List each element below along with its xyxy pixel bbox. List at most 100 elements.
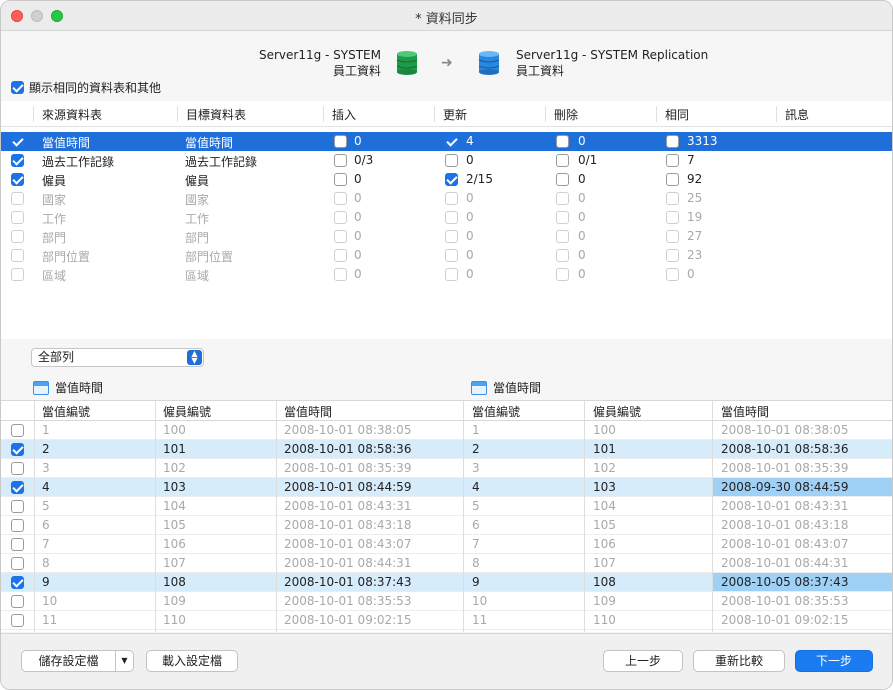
right-employee-id: 106: [593, 537, 616, 551]
row-include-checkbox[interactable]: [11, 230, 24, 243]
insert-checkbox[interactable]: [334, 173, 347, 186]
row-sync-checkbox[interactable]: [11, 538, 24, 551]
row-include-checkbox[interactable]: [11, 211, 24, 224]
insert-checkbox[interactable]: [334, 135, 347, 148]
same-checkbox[interactable]: [666, 154, 679, 167]
update-checkbox[interactable]: [445, 268, 458, 281]
delete-checkbox[interactable]: [556, 135, 569, 148]
compare-row[interactable]: 8 107 2008-10-01 08:44:31 8 107 2008-10-01 08…: [1, 554, 892, 573]
header-left-shift-time[interactable]: 當值時間: [284, 403, 332, 420]
header-update[interactable]: 更新: [434, 106, 467, 122]
show-same-tables-option[interactable]: 顯示相同的資料表和其他: [11, 79, 161, 96]
row-filter-value: 全部列: [38, 350, 75, 364]
back-button[interactable]: 上一步: [603, 650, 683, 672]
row-sync-checkbox[interactable]: [11, 576, 24, 589]
same-checkbox[interactable]: [666, 249, 679, 262]
table-mapping-row[interactable]: 區域 區域 0 0 0 0: [1, 265, 892, 284]
header-left-employee-id[interactable]: 僱員編號: [163, 403, 211, 420]
table-mapping-row[interactable]: 當值時間 當值時間 0 4 0 3313: [1, 132, 892, 151]
compare-row[interactable]: 2 101 2008-10-01 08:58:36 2 101 2008-10-01 08…: [1, 440, 892, 459]
header-message[interactable]: 訊息: [776, 106, 809, 122]
header-right-shift-id[interactable]: 當值編號: [472, 403, 520, 420]
row-include-checkbox[interactable]: [11, 192, 24, 205]
row-include-checkbox[interactable]: [11, 173, 24, 186]
row-sync-checkbox[interactable]: [11, 519, 24, 532]
header-insert[interactable]: 插入: [323, 106, 356, 122]
same-checkbox[interactable]: [666, 230, 679, 243]
update-checkbox[interactable]: [445, 173, 458, 186]
header-source-table[interactable]: 來源資料表: [33, 106, 102, 122]
delete-checkbox[interactable]: [556, 154, 569, 167]
update-checkbox[interactable]: [445, 154, 458, 167]
delete-checkbox[interactable]: [556, 249, 569, 262]
delete-count: 0: [578, 210, 586, 224]
compare-row[interactable]: 11 110 2008-10-01 09:02:15 11 110 2008-10-01 …: [1, 611, 892, 630]
header-right-shift-time[interactable]: 當值時間: [721, 403, 769, 420]
recompare-button[interactable]: 重新比較: [693, 650, 785, 672]
insert-checkbox[interactable]: [334, 268, 347, 281]
row-sync-checkbox[interactable]: [11, 481, 24, 494]
delete-checkbox[interactable]: [556, 211, 569, 224]
table-mapping-row[interactable]: 工作 工作 0 0 0 19: [1, 208, 892, 227]
insert-checkbox[interactable]: [334, 154, 347, 167]
next-button[interactable]: 下一步: [795, 650, 873, 672]
update-checkbox[interactable]: [445, 192, 458, 205]
row-include-checkbox[interactable]: [11, 135, 24, 148]
right-employee-id: 107: [593, 556, 616, 570]
row-sync-checkbox[interactable]: [11, 500, 24, 513]
save-profile-button[interactable]: 儲存設定檔 ▼: [21, 650, 134, 672]
delete-checkbox[interactable]: [556, 173, 569, 186]
delete-checkbox[interactable]: [556, 268, 569, 281]
compare-row[interactable]: 7 106 2008-10-01 08:43:07 7 106 2008-10-01 08…: [1, 535, 892, 554]
compare-row[interactable]: 1 100 2008-10-01 08:38:05 1 100 2008-10-01 08…: [1, 421, 892, 440]
compare-row[interactable]: 9 108 2008-10-01 08:37:43 9 108 2008-10-05 08…: [1, 573, 892, 592]
row-sync-checkbox[interactable]: [11, 462, 24, 475]
same-checkbox[interactable]: [666, 268, 679, 281]
delete-checkbox[interactable]: [556, 192, 569, 205]
insert-checkbox[interactable]: [334, 249, 347, 262]
row-sync-checkbox[interactable]: [11, 614, 24, 627]
row-include-checkbox[interactable]: [11, 268, 24, 281]
table-mapping-row[interactable]: 部門 部門 0 0 0 27: [1, 227, 892, 246]
left-shift-time: 2008-10-01 09:02:15: [284, 613, 412, 627]
compare-row[interactable]: 5 104 2008-10-01 08:43:31 5 104 2008-10-01 08…: [1, 497, 892, 516]
row-sync-checkbox[interactable]: [11, 424, 24, 437]
row-include-checkbox[interactable]: [11, 249, 24, 262]
compare-row[interactable]: 4 103 2008-10-01 08:44:59 4 103 2008-09-30 08…: [1, 478, 892, 497]
insert-count: 0: [354, 267, 362, 281]
header-same[interactable]: 相同: [656, 106, 689, 122]
table-mapping-row[interactable]: 國家 國家 0 0 0 25: [1, 189, 892, 208]
table-mapping-row[interactable]: 過去工作記錄 過去工作記錄 0/3 0 0/1 7: [1, 151, 892, 170]
header-target-table[interactable]: 目標資料表: [177, 106, 246, 122]
same-checkbox[interactable]: [666, 211, 679, 224]
insert-checkbox[interactable]: [334, 230, 347, 243]
same-checkbox[interactable]: [666, 192, 679, 205]
header-left-shift-id[interactable]: 當值編號: [42, 403, 90, 420]
right-shift-id: 8: [472, 556, 480, 570]
same-checkbox[interactable]: [666, 173, 679, 186]
update-checkbox[interactable]: [445, 135, 458, 148]
update-checkbox[interactable]: [445, 249, 458, 262]
table-mapping-row[interactable]: 部門位置 部門位置 0 0 0 23: [1, 246, 892, 265]
same-count: 3313: [687, 134, 718, 148]
compare-row[interactable]: 10 109 2008-10-01 08:35:53 10 109 2008-10-01 …: [1, 592, 892, 611]
update-checkbox[interactable]: [445, 211, 458, 224]
chevron-down-icon[interactable]: ▼: [115, 651, 133, 671]
row-filter-select[interactable]: 全部列 ▲ ▼: [31, 348, 204, 367]
table-mapping-row[interactable]: 僱員 僱員 0 2/15 0 92: [1, 170, 892, 189]
row-include-checkbox[interactable]: [11, 154, 24, 167]
row-sync-checkbox[interactable]: [11, 595, 24, 608]
load-profile-button[interactable]: 載入設定檔: [146, 650, 238, 672]
update-checkbox[interactable]: [445, 230, 458, 243]
header-right-employee-id[interactable]: 僱員編號: [593, 403, 641, 420]
compare-row[interactable]: 6 105 2008-10-01 08:43:18 6 105 2008-10-01 08…: [1, 516, 892, 535]
show-same-checkbox[interactable]: [11, 81, 24, 94]
compare-row[interactable]: 3 102 2008-10-01 08:35:39 3 102 2008-10-01 08…: [1, 459, 892, 478]
insert-checkbox[interactable]: [334, 192, 347, 205]
same-checkbox[interactable]: [666, 135, 679, 148]
row-sync-checkbox[interactable]: [11, 443, 24, 456]
insert-checkbox[interactable]: [334, 211, 347, 224]
delete-checkbox[interactable]: [556, 230, 569, 243]
row-sync-checkbox[interactable]: [11, 557, 24, 570]
header-delete[interactable]: 刪除: [545, 106, 578, 122]
